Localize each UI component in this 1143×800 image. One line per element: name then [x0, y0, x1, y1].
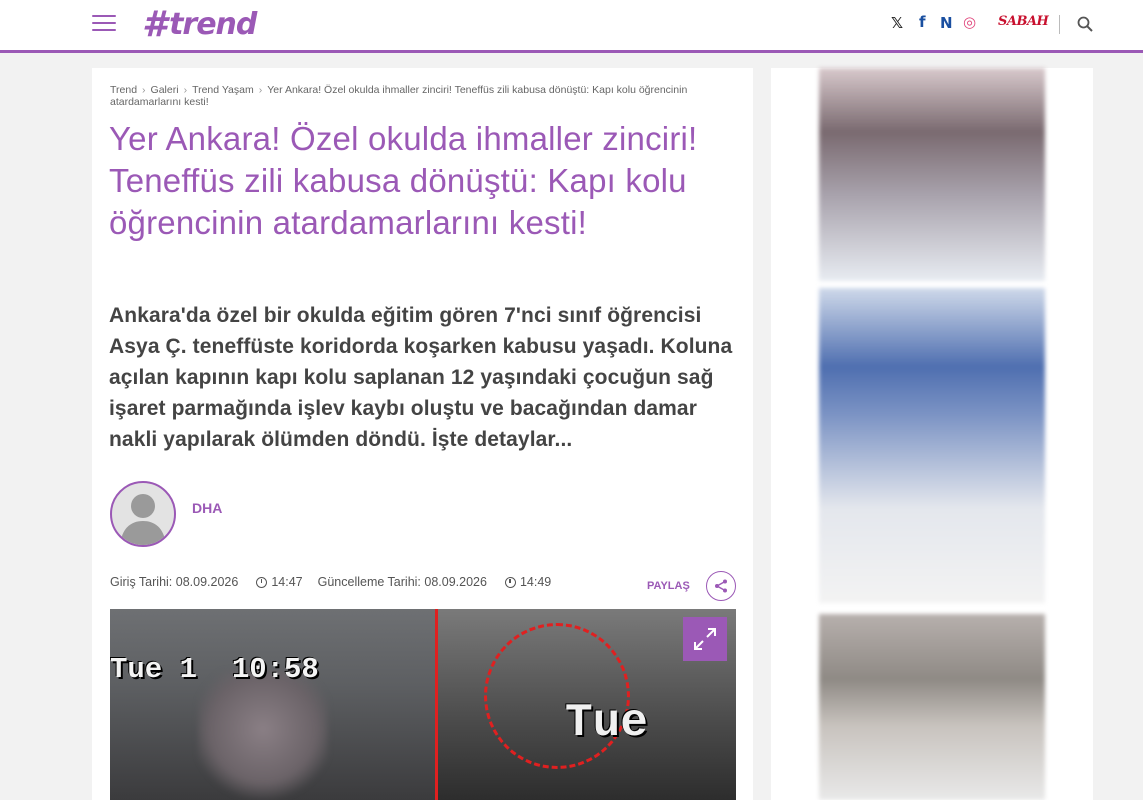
x-icon[interactable]: 𝕏	[891, 14, 903, 32]
site-header: # trend 𝕏 f N ◎ SABAH	[0, 0, 1143, 53]
blurred-person	[198, 671, 328, 800]
clock-icon	[256, 576, 268, 588]
breadcrumb-chevron-icon: ›	[258, 84, 263, 96]
author-avatar[interactable]	[110, 481, 176, 547]
share-button[interactable]	[706, 571, 736, 601]
expand-icon[interactable]	[683, 617, 727, 661]
instagram-icon[interactable]: ◎	[963, 13, 976, 31]
sabah-logo[interactable]: SABAH	[998, 14, 1049, 29]
cctv-timestamp-right: Tue	[565, 697, 648, 749]
breadcrumb-item-trend[interactable]: Trend	[110, 84, 137, 96]
published-date: Giriş Tarihi: 08.09.2026	[110, 575, 239, 589]
share-label[interactable]: PAYLAŞ	[647, 580, 690, 592]
user-silhouette-icon	[120, 494, 166, 545]
published-time: 14:47	[271, 575, 303, 589]
article-meta: Giriş Tarihi: 08.09.2026 14:47 Güncellem…	[110, 575, 551, 589]
n-icon[interactable]: N	[940, 14, 953, 32]
fullscreen-arrows-icon	[694, 628, 716, 650]
logo-text: trend	[169, 7, 257, 42]
clock-icon	[504, 576, 516, 588]
breadcrumb-item-trend-yasam[interactable]: Trend Yaşam	[192, 84, 254, 96]
breadcrumb: Trend › Galeri › Trend Yaşam › Yer Ankara! Öze…	[110, 84, 700, 108]
updated-date: Güncelleme Tarihi: 08.09.2026	[317, 575, 487, 589]
article-card: Trend › Galeri › Trend Yaşam › Yer Ankara! Öze…	[92, 68, 753, 800]
sidebar	[771, 68, 1093, 800]
article-video[interactable]: Tue 1 10:58 Tue	[110, 609, 736, 800]
updated-time: 14:49	[519, 575, 552, 589]
sidebar-ad-2[interactable]	[819, 288, 1045, 603]
menu-hamburger-icon[interactable]	[92, 14, 116, 32]
logo-hash: #	[142, 4, 168, 45]
article-title: Yer Ankara! Özel okulda ihmaller zinciri…	[109, 120, 698, 241]
breadcrumb-chevron-icon: ›	[183, 84, 188, 96]
breadcrumb-item-galeri[interactable]: Galeri	[151, 84, 179, 96]
sidebar-ad-3[interactable]	[819, 614, 1045, 800]
facebook-icon[interactable]: f	[919, 13, 926, 31]
cctv-timestamp-left: Tue 1 10:58	[110, 653, 319, 686]
article-summary: Ankara'da özel bir okulda eğitim gören 7…	[109, 304, 733, 451]
header-divider	[1059, 15, 1060, 34]
site-logo[interactable]: # trend	[142, 4, 257, 46]
search-icon[interactable]	[1077, 16, 1093, 32]
share-icon	[715, 579, 727, 593]
breadcrumb-chevron-icon: ›	[142, 84, 146, 96]
author-name[interactable]: DHA	[192, 500, 222, 516]
sidebar-ad-1[interactable]	[819, 68, 1045, 281]
